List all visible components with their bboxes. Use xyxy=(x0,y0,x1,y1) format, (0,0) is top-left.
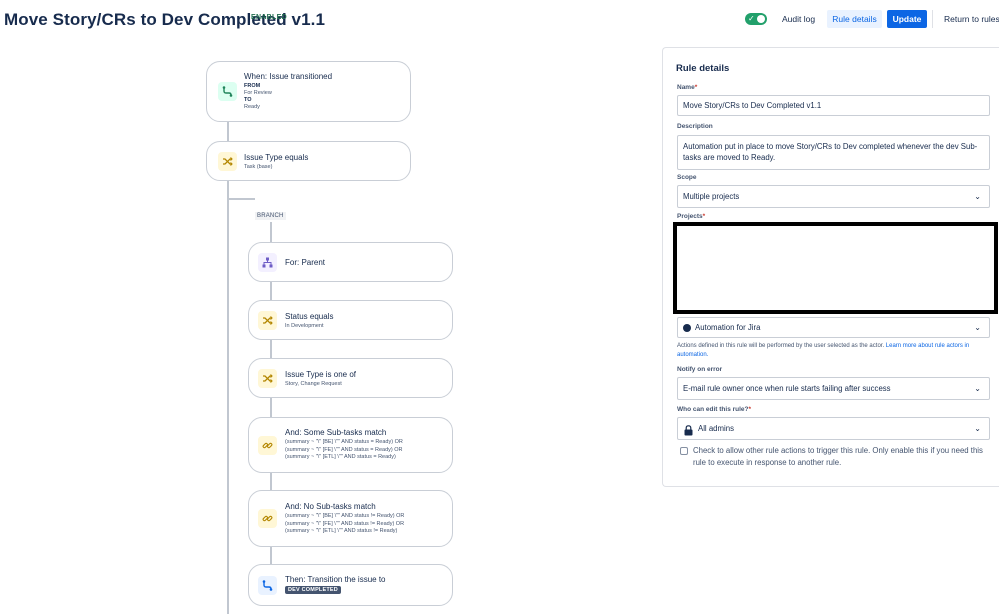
required-mark: * xyxy=(694,84,698,91)
toggle-knob xyxy=(757,15,765,23)
no-subtasks-title: And: No Sub-tasks match xyxy=(285,502,376,511)
chevron-down-icon: ⌄ xyxy=(974,384,981,393)
trigger-title: When: Issue transitioned xyxy=(244,72,333,81)
no-subtasks-card[interactable]: And: No Sub-tasks match (summary ~ "\" [… xyxy=(248,490,453,547)
scope-select[interactable]: Multiple projects ⌄ xyxy=(677,185,990,208)
required-mark: * xyxy=(702,213,706,220)
description-label: Description xyxy=(677,123,713,130)
status-condition-sub: In Development xyxy=(285,323,324,329)
branch-title: For: Parent xyxy=(285,258,326,267)
link-icon xyxy=(258,509,277,528)
trigger-card[interactable]: When: Issue transitioned FROM For Review… xyxy=(206,61,411,122)
branch-connector xyxy=(270,222,272,242)
required-mark: * xyxy=(748,406,752,413)
update-button[interactable]: Update xyxy=(887,10,927,28)
projects-label: Projects* xyxy=(677,213,705,220)
redacted-projects-area xyxy=(673,222,998,314)
issue-type-one-of-card[interactable]: Issue Type is one of Story, Change Reque… xyxy=(248,358,453,398)
actor-value: Automation for Jira xyxy=(695,323,761,332)
edit-permission-select[interactable]: All admins ⌄ xyxy=(677,417,990,440)
check-icon: ✓ xyxy=(748,14,755,23)
projects-label-text: Projects xyxy=(677,213,703,220)
transition-action-card[interactable]: Then: Transition the issue to DEV COMPLE… xyxy=(248,564,453,606)
no-subtasks-jql-2: (summary ~ "\" [FE] \"" AND status != Re… xyxy=(285,520,405,527)
some-subtasks-jql-3: (summary ~ "\" [ETL] \"" AND status = Re… xyxy=(285,454,396,460)
condition-title: Issue Type equals xyxy=(244,153,309,162)
branch-tag: BRANCH xyxy=(255,212,286,220)
rule-details-button[interactable]: Rule details xyxy=(827,10,882,28)
edit-permission-label: Who can edit this rule?* xyxy=(677,406,751,413)
condition-sub: Task (base) xyxy=(244,164,273,170)
actor-select[interactable]: Automation for Jira ⌄ xyxy=(677,317,990,338)
actor-note: Actions defined in this rule will be per… xyxy=(677,342,989,359)
status-lozenge: DEV COMPLETED xyxy=(285,586,341,594)
issue-type-one-of-sub: Story, Change Request xyxy=(285,381,342,387)
transition-icon xyxy=(218,82,237,101)
panel-heading: Rule details xyxy=(676,63,730,74)
rule-enabled-toggle[interactable]: ✓ xyxy=(745,13,767,25)
some-subtasks-card[interactable]: And: Some Sub-tasks match (summary ~ "\"… xyxy=(248,417,453,473)
no-subtasks-jql-3: (summary ~ "\" [ETL] \"" AND status != R… xyxy=(285,528,398,534)
some-subtasks-jql-1: (summary ~ "\" [BE] \"" AND status = Rea… xyxy=(285,439,403,445)
chevron-down-icon: ⌄ xyxy=(974,424,981,433)
shuffle-icon xyxy=(258,369,277,388)
some-subtasks-title: And: Some Sub-tasks match xyxy=(285,428,387,437)
some-subtasks-jql-2: (summary ~ "\" [FE] \"" AND status = Rea… xyxy=(285,446,403,453)
flow-connector xyxy=(270,546,272,565)
status-badge: ENABLED xyxy=(251,14,287,21)
header-divider xyxy=(932,10,933,28)
flow-connector xyxy=(270,339,272,359)
chevron-down-icon: ⌄ xyxy=(974,192,981,201)
status-condition-card[interactable]: Status equals In Development xyxy=(248,300,453,340)
name-field[interactable]: Move Story/CRs to Dev Completed v1.1 xyxy=(677,95,990,116)
allow-trigger-checkbox[interactable] xyxy=(680,447,688,455)
scope-label: Scope xyxy=(677,174,697,181)
audit-log-link[interactable]: Audit log xyxy=(782,14,815,24)
scope-value: Multiple projects xyxy=(683,192,740,201)
hierarchy-icon xyxy=(258,253,277,272)
name-label-text: Name xyxy=(677,84,695,91)
edit-permission-label-text: Who can edit this rule? xyxy=(677,406,749,413)
shuffle-icon xyxy=(258,311,277,330)
lock-icon xyxy=(684,423,693,444)
shuffle-icon xyxy=(218,152,237,171)
no-subtasks-jql-1: (summary ~ "\" [BE] \"" AND status != Re… xyxy=(285,513,405,519)
description-field[interactable]: Automation put in place to move Story/CR… xyxy=(677,135,990,170)
action-title: Then: Transition the issue to xyxy=(285,575,386,584)
flow-connector xyxy=(270,472,272,491)
link-icon xyxy=(258,436,277,455)
flow-connector xyxy=(270,281,272,301)
name-label: Name* xyxy=(677,84,697,91)
issue-type-one-of-title: Issue Type is one of xyxy=(285,370,357,379)
flow-connector xyxy=(227,180,229,614)
to-value: Ready xyxy=(244,104,260,110)
automation-icon xyxy=(683,324,691,332)
transition-icon xyxy=(258,576,277,595)
flow-connector xyxy=(270,397,272,418)
notify-select[interactable]: E-mail rule owner once when rule starts … xyxy=(677,377,990,400)
chevron-down-icon: ⌄ xyxy=(974,323,981,332)
actor-note-text: Actions defined in this rule will be per… xyxy=(677,343,885,349)
status-condition-title: Status equals xyxy=(285,312,334,321)
allow-trigger-label: Check to allow other rule actions to tri… xyxy=(693,446,983,467)
flow-connector xyxy=(227,121,229,142)
edit-permission-value: All admins xyxy=(698,424,734,433)
issue-type-condition-card[interactable]: Issue Type equals Task (base) xyxy=(206,141,411,181)
branch-connector xyxy=(227,198,255,200)
notify-value: E-mail rule owner once when rule starts … xyxy=(683,384,891,393)
notify-label: Notify on error xyxy=(677,366,723,373)
branch-card[interactable]: For: Parent xyxy=(248,242,453,282)
return-to-rules-link[interactable]: Return to rules xyxy=(944,14,999,24)
